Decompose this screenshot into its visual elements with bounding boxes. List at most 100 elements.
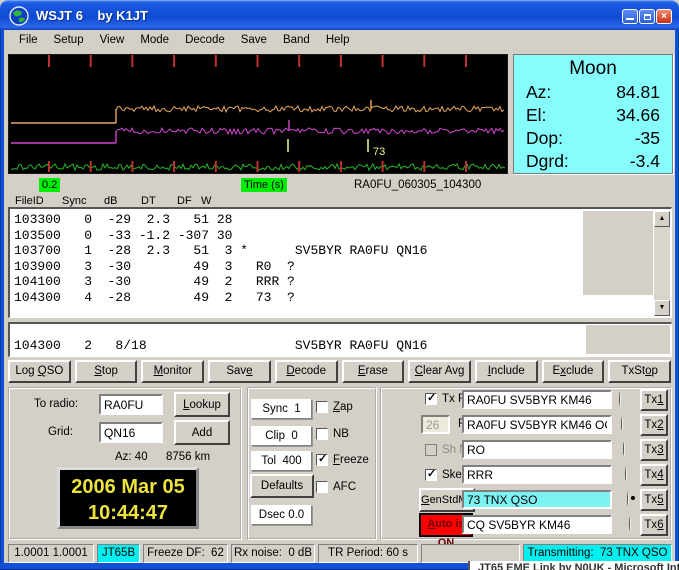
zap-checkbox[interactable]: ✓ Zap [316,401,353,413]
close-button[interactable]: × [656,9,672,24]
col-sync: Sync [62,195,87,207]
menu-file[interactable]: File [11,32,46,48]
clock-date: 2006 Mar 05 [71,476,185,498]
decode-line: 103900 3 -30 49 3 R0 ? [14,258,295,274]
decode-text-area[interactable]: 103300 0 -29 2.3 51 28 103500 0 -33 -1.2 … [8,207,672,318]
minimize-icon [626,18,634,20]
check-icon: ✓ [427,468,437,480]
window-border-right [675,30,679,570]
grid-input[interactable] [99,422,163,443]
menu-setup[interactable]: Setup [46,32,92,48]
moon-dgrd-label: Dgrd: [526,151,569,171]
tx1-message-field[interactable] [462,390,612,409]
clear-avg-button[interactable]: Clear Avg [408,360,471,383]
to-radio-input[interactable] [99,394,163,415]
tx5-button[interactable]: Tx5 [640,489,668,511]
sync-control[interactable]: Sync 1 [251,399,312,419]
checkbox-box[interactable]: ✓ [316,453,328,466]
checkbox-box[interactable]: ✓ [425,468,437,481]
average-decode-area[interactable]: 104300 2 8/18 SV5BYR RA0FU QN16 [8,322,672,357]
dsec-control[interactable]: Dsec 0.0 [251,505,312,525]
tx1-button[interactable]: Tx1 [640,389,668,411]
rpt-spinner[interactable]: 26 [421,415,450,434]
monitor-button[interactable]: Monitor [141,360,205,383]
tx4-button[interactable]: Tx4 [640,464,668,486]
freeze-checkbox[interactable]: ✓ Freeze [316,453,369,466]
decode-line: 103500 0 -33 -1.2 -307 30 [14,227,233,243]
moon-az-value: 84.81 [616,82,660,102]
decode-lines: 103300 0 -29 2.3 51 28 103500 0 -33 -1.2 … [14,212,427,305]
moon-az-row: Az: 84.81 [526,81,660,104]
scroll-down-icon[interactable]: ▼ [654,300,670,316]
nb-checkbox[interactable]: ✓ NB [316,428,349,440]
save-button[interactable]: Save [208,360,271,383]
defaults-button[interactable]: Defaults [250,474,314,498]
restore-button[interactable] [639,9,655,24]
signal-plot[interactable]: 73 [8,54,508,174]
tx1-radio[interactable] [619,392,621,406]
clip-control[interactable]: Clip 0 [251,426,312,446]
decode-scrollbar[interactable]: ▲ ▼ [654,211,670,316]
app-globe-icon [9,6,29,26]
freeze-label: Freeze [333,454,369,466]
col-dt: DT [141,195,156,207]
azimuth-label: Az: 40 [115,451,148,463]
tx3-button[interactable]: Tx3 [640,439,668,461]
checkbox-box: ✓ [425,444,437,456]
menu-decode[interactable]: Decode [177,32,233,48]
afc-checkbox[interactable]: ✓ AFC [316,481,356,493]
window-border-left [0,30,4,570]
scale-label: 0.2 [39,178,61,192]
distance-label: 8756 km [166,451,211,463]
restore-icon [644,14,651,20]
menu-help[interactable]: Help [318,32,358,48]
status-mode-badge: JT65B [97,544,140,563]
txstop-button[interactable]: TxStop [608,360,672,383]
checkbox-box[interactable]: ✓ [316,481,328,493]
menu-view[interactable]: View [92,32,133,48]
tx5-radio[interactable] [627,492,635,506]
tx4-radio[interactable] [625,467,627,481]
moon-el-value: 34.66 [616,105,660,125]
moon-dgrd-value: -3.4 [629,151,660,171]
checkbox-box[interactable]: ✓ [316,428,328,440]
log-qso-button[interactable]: Log QSO [8,360,71,383]
moon-dgrd-row: Dgrd: -3.4 [526,150,660,173]
scroll-up-icon[interactable]: ▲ [654,211,670,227]
tx2-button[interactable]: Tx2 [640,414,668,436]
include-button[interactable]: Include [474,360,538,383]
exclude-button[interactable]: Exclude [541,360,605,383]
status-freeze-df: Freeze DF: 62 [143,544,228,563]
average-area-filler [586,325,670,354]
tx6-radio[interactable] [629,517,631,531]
tx6-button[interactable]: Tx6 [640,514,668,536]
main-toolbar: Log QSO Stop Monitor Save Decode Erase C… [8,360,672,384]
stop-button[interactable]: Stop [74,360,138,383]
tx3-radio[interactable] [623,442,625,456]
minimize-button[interactable] [622,9,638,24]
checkbox-box[interactable]: ✓ [425,392,437,405]
tol-control[interactable]: Tol 400 [251,451,312,471]
time-axis-label: Time (s) [241,178,287,192]
tx2-message-field[interactable] [462,415,612,434]
menu-band[interactable]: Band [275,32,318,48]
decode-area-filler [583,211,653,295]
decode-button[interactable]: Decode [274,360,338,383]
title-bar[interactable]: WSJT 6 by K1JT × [0,0,679,30]
lookup-button[interactable]: Lookup [174,392,230,417]
menu-mode[interactable]: Mode [132,32,177,48]
grid-label: Grid: [48,426,73,438]
tx3-message-field[interactable] [462,440,612,459]
menu-save[interactable]: Save [233,32,275,48]
erase-button[interactable]: Erase [341,360,405,383]
tx6-message-field[interactable] [462,515,612,534]
decode-line: 104100 3 -30 49 2 RRR ? [14,274,295,289]
tx5-message-field[interactable] [462,490,612,509]
moon-az-label: Az: [526,82,552,102]
tx4-message-field[interactable] [462,465,612,484]
add-button[interactable]: Add [174,420,230,445]
background-window-title: JT65 EME Link by N0UK - Microsoft Intern… [478,562,679,570]
tx2-radio[interactable] [621,417,623,431]
col-df: DF [177,195,192,207]
checkbox-box[interactable]: ✓ [316,401,328,413]
